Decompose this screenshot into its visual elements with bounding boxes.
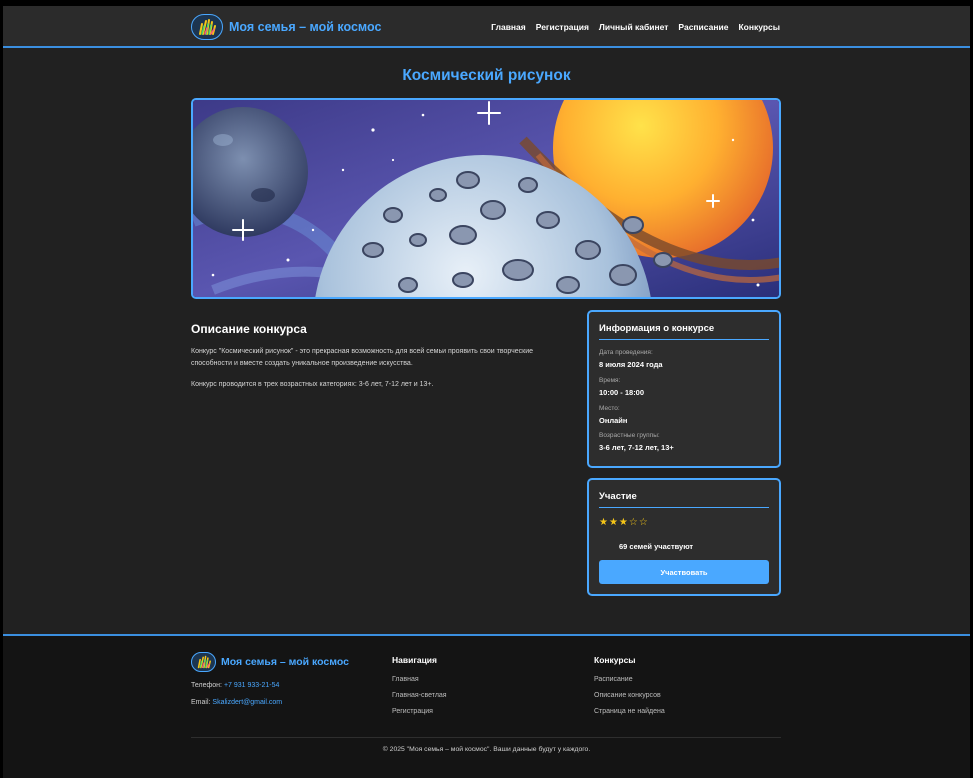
phone-link[interactable]: +7 931 933-21-54 [224,682,279,689]
site-header: Моя семья – мой космос Главная Регистрац… [3,6,970,48]
nav-item-contests[interactable]: Конкурсы [738,22,780,32]
footer-link-not-found[interactable]: Страница не найдена [594,708,665,715]
footer-nav-title: Навигация [392,655,437,665]
description-heading: Описание конкурса [191,322,307,336]
footer-link-home[interactable]: Главная [392,676,419,683]
phone-label: Телефон: [191,682,224,689]
description-categories: Конкурс проводится в трех возрастных кат… [191,381,434,388]
footer-contests-title: Конкурсы [594,655,636,665]
date-label: Дата проведения: [599,349,653,356]
place-label: Место: [599,405,620,412]
footer-link-home-light[interactable]: Главная-светлая [392,692,447,699]
place-value: Онлайн [599,416,628,425]
footer-link-schedule[interactable]: Расписание [594,676,633,683]
divider [599,339,769,340]
date-value: 8 июля 2024 года [599,360,663,369]
footer-email: Email: Skalizdert@gmail.com [191,699,282,706]
time-label: Время: [599,377,621,384]
footer-link-contest-descriptions[interactable]: Описание конкурсов [594,692,661,699]
participation-card: Участие ★★★☆☆ 69 семей участвуют Участво… [587,478,781,596]
email-label: Email: [191,699,213,706]
contest-hero-image [191,98,781,299]
nav-item-registration[interactable]: Регистрация [536,22,589,32]
contest-info-card: Информация о конкурсе Дата проведения: 8… [587,310,781,468]
participants-count: 69 семей участвуют [619,542,694,551]
participate-button[interactable]: Участвовать [599,560,769,584]
page: Моя семья – мой космос Главная Регистрац… [3,6,970,778]
age-groups-label: Возрастные группы: [599,432,660,439]
nav-item-home[interactable]: Главная [491,22,526,32]
family-hands-logo-icon [191,14,223,40]
site-footer: Моя семья – мой космос Телефон: +7 931 9… [3,634,970,778]
brand-name: Моя семья – мой космос [229,20,382,34]
info-card-title: Информация о конкурсе [599,323,715,334]
age-groups-value: 3-6 лет, 7-12 лет, 13+ [599,443,674,452]
footer-divider [191,737,781,738]
copyright: © 2025 "Моя семья – мой космос". Ваши да… [382,746,591,753]
main-nav: Главная Регистрация Личный кабинет Распи… [491,22,780,32]
divider [599,507,769,508]
footer-link-registration[interactable]: Регистрация [392,708,433,715]
description-paragraph: Конкурс "Космический рисунок" - это прек… [191,348,534,367]
page-title: Космический рисунок [402,67,571,84]
participation-title: Участие [599,491,637,502]
nav-item-account[interactable]: Личный кабинет [599,22,668,32]
footer-phone: Телефон: +7 931 933-21-54 [191,682,279,689]
time-value: 10:00 - 18:00 [599,388,645,397]
rating-stars-icon: ★★★☆☆ [599,517,649,528]
footer-brand-name: Моя семья – мой космос [221,656,350,668]
family-hands-logo-icon [191,652,216,672]
email-link[interactable]: Skalizdert@gmail.com [212,699,282,706]
nav-item-schedule[interactable]: Расписание [678,22,728,32]
footer-logo[interactable]: Моя семья – мой космос [191,652,349,672]
header-logo[interactable]: Моя семья – мой космос [191,14,381,40]
